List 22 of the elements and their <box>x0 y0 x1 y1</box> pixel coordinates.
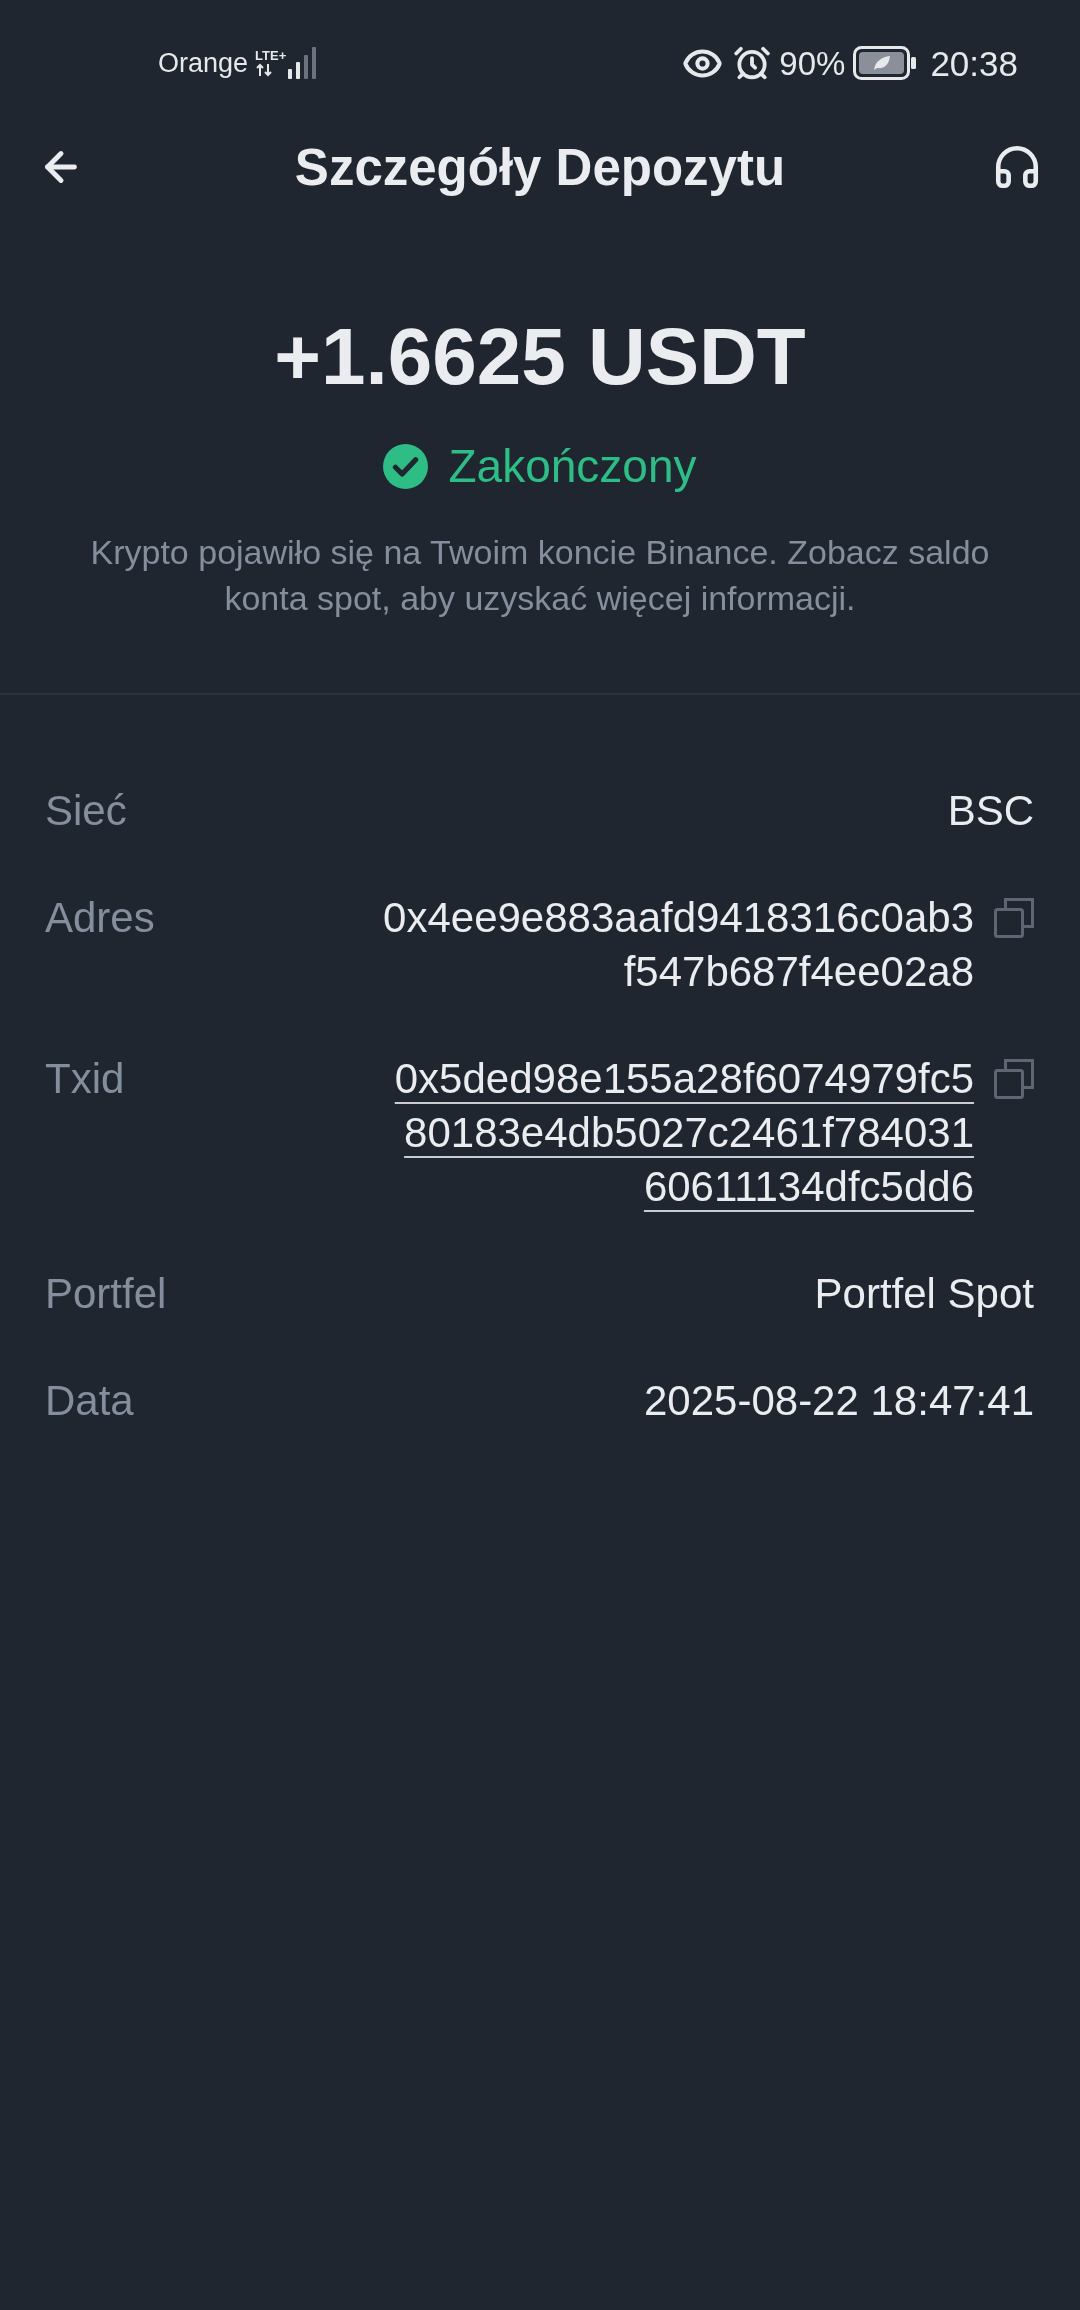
detail-value: BSC <box>947 786 1034 836</box>
deposit-amount: +1.6625 USDT <box>274 311 806 403</box>
detail-label: Txid <box>45 1054 125 1104</box>
detail-label: Data <box>45 1376 134 1426</box>
detail-label: Adres <box>45 893 155 943</box>
detail-value: Portfel Spot <box>814 1269 1034 1319</box>
alarm-clock-icon <box>733 44 772 82</box>
network-type: LTE+ <box>255 49 287 62</box>
detail-label: Sieć <box>45 786 127 836</box>
battery-percent: 90% <box>779 46 846 80</box>
transaction-id-link[interactable]: 0x5ded98e155a28f6074979fc580183e4db5027c2461f78403160611134dfc5dd6 <box>382 1052 974 1214</box>
detail-label: Portfel <box>45 1269 167 1319</box>
detail-value: 2025-08-22 18:47:41 <box>644 1376 1034 1426</box>
address-value: 0x4ee9e883aafd9418316c0ab3f547b687f4ee02a8 <box>382 893 974 997</box>
copy-icon[interactable] <box>994 1059 1034 1099</box>
copy-icon[interactable] <box>994 898 1034 938</box>
deposit-note: Krypto pojawiło się na Twoim koncie Binance. Zobacz saldo konta spot, aby uzyskać więcej informacji. <box>89 532 991 619</box>
clock-time: 20:38 <box>930 45 1018 81</box>
battery-icon <box>853 46 917 80</box>
carrier-name: Orange <box>158 49 249 77</box>
signal-bars-icon <box>288 47 317 79</box>
check-circle-icon <box>383 443 429 489</box>
